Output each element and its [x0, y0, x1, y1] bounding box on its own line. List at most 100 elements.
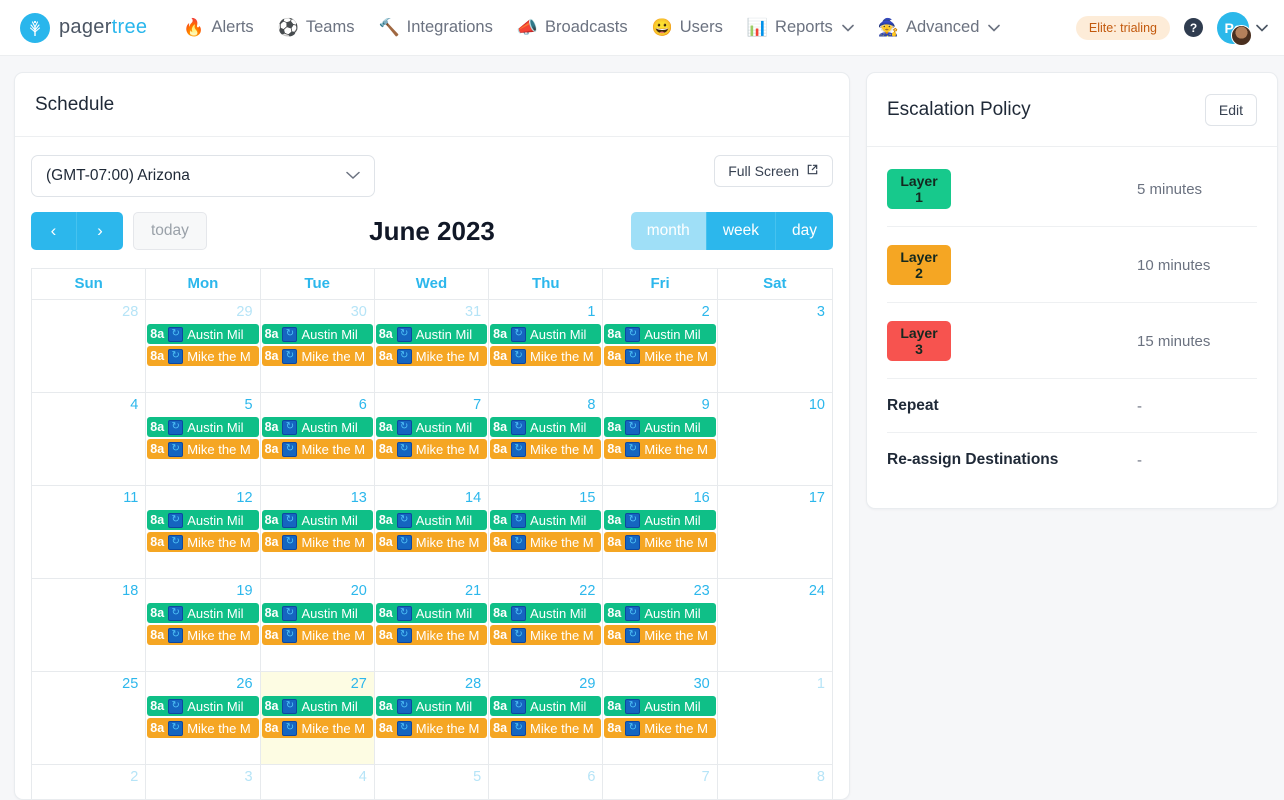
calendar-event-chip[interactable]: 8a↻Austin Mil	[262, 324, 373, 344]
calendar-event-chip[interactable]: 8a↻Austin Mil	[490, 417, 601, 437]
calendar-event-chip[interactable]: 8a↻Mike the M	[490, 439, 601, 459]
user-menu[interactable]: Pe	[1217, 12, 1268, 44]
calendar-event-chip[interactable]: 8a↻Mike the M	[376, 718, 487, 738]
calendar-day-cell[interactable]: 238a↻Austin Mil8a↻Mike the M	[603, 579, 717, 671]
calendar-event-chip[interactable]: 8a↻Austin Mil	[376, 417, 487, 437]
calendar-event-chip[interactable]: 8a↻Austin Mil	[490, 696, 601, 716]
calendar-event-chip[interactable]: 8a↻Mike the M	[490, 718, 601, 738]
calendar-event-chip[interactable]: 8a↻Mike the M	[147, 532, 258, 552]
calendar-day-cell[interactable]: 128a↻Austin Mil8a↻Mike the M	[146, 486, 260, 578]
calendar-event-chip[interactable]: 8a↻Mike the M	[490, 625, 601, 645]
calendar-event-chip[interactable]: 8a↻Mike the M	[376, 625, 487, 645]
calendar-day-cell[interactable]: 278a↻Austin Mil8a↻Mike the M	[261, 672, 375, 764]
calendar-event-chip[interactable]: 8a↻Austin Mil	[604, 696, 715, 716]
calendar-day-cell[interactable]: 168a↻Austin Mil8a↻Mike the M	[603, 486, 717, 578]
calendar-event-chip[interactable]: 8a↻Mike the M	[262, 625, 373, 645]
calendar-event-chip[interactable]: 8a↻Austin Mil	[376, 510, 487, 530]
calendar-day-cell[interactable]: 98a↻Austin Mil8a↻Mike the M	[603, 393, 717, 485]
timezone-select[interactable]: (GMT-07:00) Arizona	[31, 155, 375, 197]
calendar-event-chip[interactable]: 8a↻Austin Mil	[604, 510, 715, 530]
calendar-event-chip[interactable]: 8a↻Austin Mil	[262, 417, 373, 437]
calendar-event-chip[interactable]: 8a↻Mike the M	[147, 625, 258, 645]
calendar-day-cell[interactable]: 4	[32, 393, 146, 485]
calendar-day-cell[interactable]: 218a↻Austin Mil8a↻Mike the M	[375, 579, 489, 671]
calendar-event-chip[interactable]: 8a↻Austin Mil	[490, 603, 601, 623]
calendar-day-cell[interactable]: 158a↻Austin Mil8a↻Mike the M	[489, 486, 603, 578]
nav-item-users[interactable]: 😀Users	[642, 12, 733, 43]
calendar-day-cell[interactable]: 228a↻Austin Mil8a↻Mike the M	[489, 579, 603, 671]
calendar-event-chip[interactable]: 8a↻Mike the M	[376, 346, 487, 366]
calendar-day-cell[interactable]: 17	[718, 486, 832, 578]
calendar-event-chip[interactable]: 8a↻Austin Mil	[147, 417, 258, 437]
calendar-day-cell[interactable]: 268a↻Austin Mil8a↻Mike the M	[146, 672, 260, 764]
calendar-event-chip[interactable]: 8a↻Mike the M	[262, 532, 373, 552]
full-screen-button[interactable]: Full Screen	[714, 155, 833, 187]
calendar-event-chip[interactable]: 8a↻Mike the M	[262, 718, 373, 738]
calendar-event-chip[interactable]: 8a↻Mike the M	[376, 439, 487, 459]
brand-logo-link[interactable]: pagertree	[20, 13, 147, 43]
next-month-button[interactable]: ›	[77, 212, 123, 250]
calendar-event-chip[interactable]: 8a↻Mike the M	[490, 346, 601, 366]
prev-month-button[interactable]: ‹	[31, 212, 77, 250]
calendar-event-chip[interactable]: 8a↻Mike the M	[376, 532, 487, 552]
help-icon[interactable]: ?	[1184, 18, 1203, 37]
calendar-day-cell[interactable]: 198a↻Austin Mil8a↻Mike the M	[146, 579, 260, 671]
calendar-day-cell[interactable]: 18	[32, 579, 146, 671]
calendar-event-chip[interactable]: 8a↻Austin Mil	[262, 510, 373, 530]
calendar-day-cell[interactable]: 78a↻Austin Mil8a↻Mike the M	[375, 393, 489, 485]
calendar-event-chip[interactable]: 8a↻Mike the M	[262, 346, 373, 366]
calendar-day-cell[interactable]: 4	[261, 765, 375, 800]
calendar-event-chip[interactable]: 8a↻Mike the M	[604, 625, 715, 645]
calendar-event-chip[interactable]: 8a↻Mike the M	[147, 439, 258, 459]
calendar-event-chip[interactable]: 8a↻Mike the M	[147, 718, 258, 738]
calendar-day-cell[interactable]: 148a↻Austin Mil8a↻Mike the M	[375, 486, 489, 578]
calendar-event-chip[interactable]: 8a↻Mike the M	[604, 718, 715, 738]
calendar-day-cell[interactable]: 11	[32, 486, 146, 578]
calendar-event-chip[interactable]: 8a↻Mike the M	[147, 346, 258, 366]
calendar-day-cell[interactable]: 298a↻Austin Mil8a↻Mike the M	[489, 672, 603, 764]
edit-escalation-policy-button[interactable]: Edit	[1205, 94, 1257, 126]
nav-item-teams[interactable]: ⚽Teams	[268, 12, 365, 43]
calendar-event-chip[interactable]: 8a↻Austin Mil	[490, 510, 601, 530]
calendar-day-cell[interactable]: 28	[32, 300, 146, 392]
calendar-event-chip[interactable]: 8a↻Austin Mil	[604, 603, 715, 623]
today-button[interactable]: today	[133, 212, 207, 250]
calendar-event-chip[interactable]: 8a↻Austin Mil	[376, 324, 487, 344]
calendar-event-chip[interactable]: 8a↻Austin Mil	[376, 696, 487, 716]
calendar-event-chip[interactable]: 8a↻Austin Mil	[262, 603, 373, 623]
calendar-event-chip[interactable]: 8a↻Mike the M	[604, 439, 715, 459]
calendar-event-chip[interactable]: 8a↻Austin Mil	[147, 603, 258, 623]
calendar-day-cell[interactable]: 1	[718, 672, 832, 764]
view-button-month[interactable]: month	[631, 212, 706, 250]
calendar-event-chip[interactable]: 8a↻Austin Mil	[147, 510, 258, 530]
calendar-event-chip[interactable]: 8a↻Austin Mil	[147, 324, 258, 344]
calendar-day-cell[interactable]: 68a↻Austin Mil8a↻Mike the M	[261, 393, 375, 485]
nav-item-advanced[interactable]: 🧙Advanced	[868, 12, 1011, 43]
calendar-day-cell[interactable]: 10	[718, 393, 832, 485]
calendar-day-cell[interactable]: 24	[718, 579, 832, 671]
view-button-day[interactable]: day	[775, 212, 833, 250]
calendar-day-cell[interactable]: 88a↻Austin Mil8a↻Mike the M	[489, 393, 603, 485]
calendar-event-chip[interactable]: 8a↻Mike the M	[490, 532, 601, 552]
calendar-event-chip[interactable]: 8a↻Austin Mil	[604, 417, 715, 437]
calendar-day-cell[interactable]: 8	[718, 765, 832, 800]
calendar-event-chip[interactable]: 8a↻Austin Mil	[147, 696, 258, 716]
calendar-day-cell[interactable]: 298a↻Austin Mil8a↻Mike the M	[146, 300, 260, 392]
calendar-day-cell[interactable]: 3	[718, 300, 832, 392]
calendar-event-chip[interactable]: 8a↻Austin Mil	[376, 603, 487, 623]
calendar-event-chip[interactable]: 8a↻Austin Mil	[490, 324, 601, 344]
nav-item-reports[interactable]: 📊Reports	[737, 12, 864, 43]
nav-item-broadcasts[interactable]: 📣Broadcasts	[507, 12, 638, 43]
calendar-event-chip[interactable]: 8a↻Austin Mil	[262, 696, 373, 716]
calendar-day-cell[interactable]: 3	[146, 765, 260, 800]
calendar-event-chip[interactable]: 8a↻Mike the M	[604, 532, 715, 552]
calendar-day-cell[interactable]: 308a↻Austin Mil8a↻Mike the M	[603, 672, 717, 764]
calendar-day-cell[interactable]: 308a↻Austin Mil8a↻Mike the M	[261, 300, 375, 392]
calendar-day-cell[interactable]: 18a↻Austin Mil8a↻Mike the M	[489, 300, 603, 392]
calendar-event-chip[interactable]: 8a↻Mike the M	[604, 346, 715, 366]
calendar-day-cell[interactable]: 208a↻Austin Mil8a↻Mike the M	[261, 579, 375, 671]
calendar-day-cell[interactable]: 318a↻Austin Mil8a↻Mike the M	[375, 300, 489, 392]
calendar-event-chip[interactable]: 8a↻Austin Mil	[604, 324, 715, 344]
calendar-day-cell[interactable]: 58a↻Austin Mil8a↻Mike the M	[146, 393, 260, 485]
view-button-week[interactable]: week	[706, 212, 775, 250]
